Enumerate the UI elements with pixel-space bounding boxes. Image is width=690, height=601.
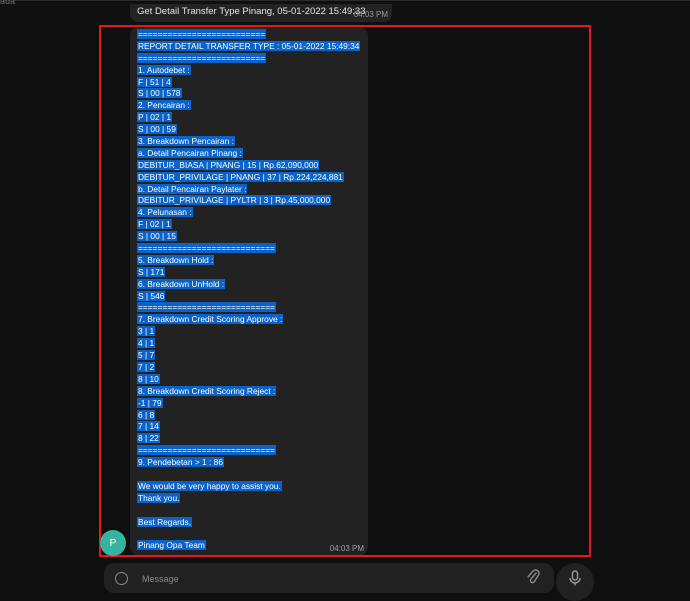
message-input[interactable] [142, 571, 512, 587]
avatar[interactable]: P [100, 530, 126, 556]
microphone-button[interactable] [556, 563, 594, 601]
microphone-icon [569, 570, 581, 586]
previous-message-time: 04:03 PM [353, 10, 388, 19]
previous-message-text: Get Detail Transfer Type Pinang, 05-01-2… [137, 6, 366, 17]
previous-message-bubble[interactable]: Get Detail Transfer Type Pinang, 05-01-2… [130, 4, 392, 22]
selection-highlight-frame [99, 25, 591, 557]
smiley-icon[interactable] [115, 572, 128, 585]
window-divider [0, 0, 690, 1]
corner-label: aua [0, 0, 16, 6]
message-composer [104, 563, 554, 593]
paperclip-icon[interactable] [526, 569, 540, 585]
avatar-initial: P [109, 537, 117, 549]
